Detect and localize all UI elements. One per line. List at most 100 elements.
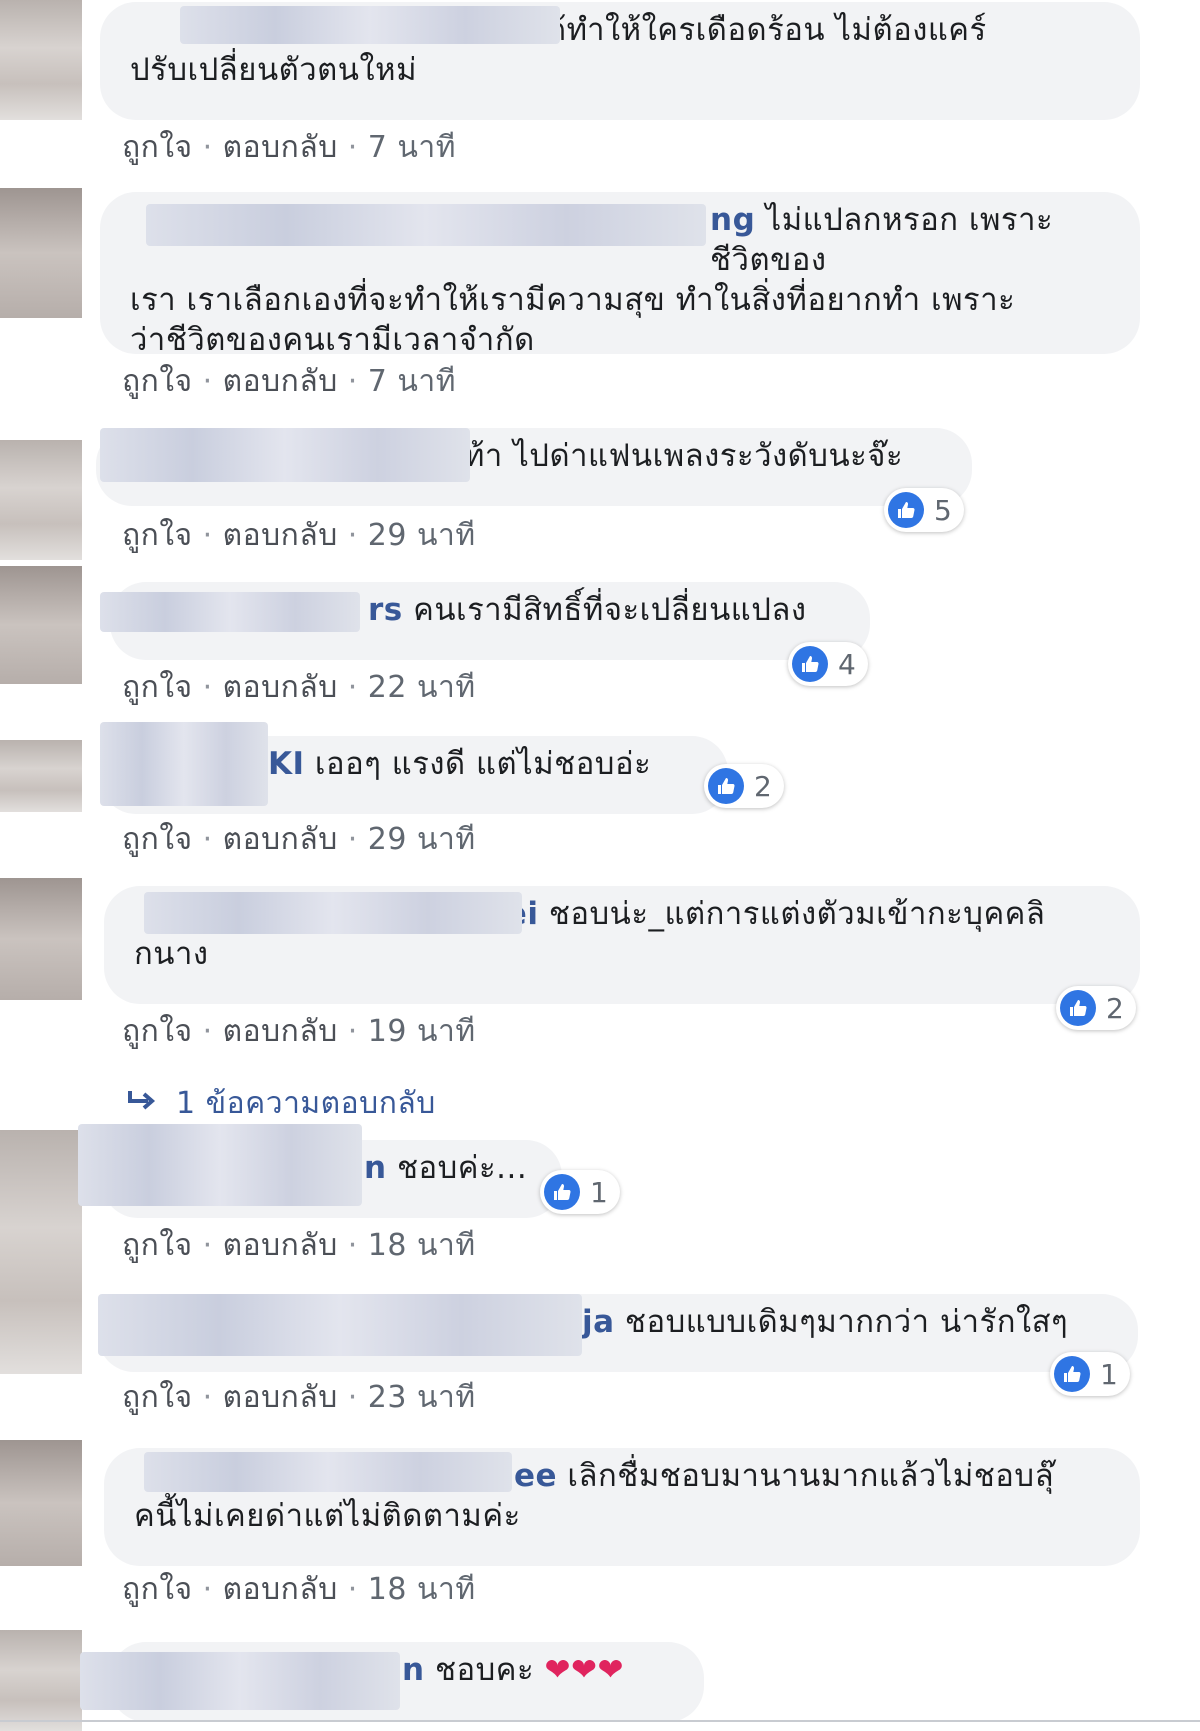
comment-bubble: n ชอบคะ ❤❤❤ [80,1642,704,1722]
comment-bubble: ng ไม่แปลกหรอก เพราะชีวิตของ เรา เราเลือ… [100,192,1140,358]
blurred-username [144,892,522,934]
timestamp[interactable]: 19 นาที [368,1014,476,1049]
comment-text-line: เรา เราเลือกเองที่จะทำให้เรามีความสุข ทำ… [130,282,1016,318]
comment-author[interactable]: ee [514,1458,557,1494]
comment-author[interactable]: n [364,1150,387,1186]
reaction-count[interactable]: 2 [704,764,784,808]
comment-actions: ถูกใจ · ตอบกลับ · 18 นาที [122,1228,476,1263]
comment-author[interactable]: ng [710,202,755,238]
comment-text-line: คนี้ไม่เคยด่าแต่ไม่ติดตามค่ะ [134,1498,521,1534]
like-link[interactable]: ถูกใจ [122,1228,193,1263]
blurred-username [144,1452,512,1492]
bottom-border [0,1720,1200,1722]
comment-actions: ถูกใจ · ตอบกลับ · 23 นาที [122,1380,476,1415]
comment-actions: ถูกใจ · ตอบกลับ · 7 นาที [122,130,457,165]
reaction-number: 1 [1100,1357,1118,1391]
avatar[interactable] [0,440,82,560]
reply-arrow-icon [126,1086,156,1121]
blurred-username [146,204,706,246]
avatar[interactable] [0,1630,82,1731]
reaction-number: 4 [838,647,856,681]
comment-bubble: ja ชอบแบบเดิมๆมากกว่า น่ารักใสๆ [98,1294,1138,1372]
comment-bubble: n ชอบค่ะ... [78,1124,562,1218]
comment-text: คนเรามีสิทธิ์ที่จะเปลี่ยนแปลง [413,592,807,628]
blurred-username [100,592,360,632]
replies-count-label[interactable]: 1 ข้อความตอบกลับ [176,1080,436,1127]
avatar[interactable] [0,740,82,812]
timestamp[interactable]: 29 นาที [368,518,476,553]
timestamp[interactable]: 18 นาที [368,1572,476,1607]
comment-text: ท้า ไปด่าแฟนเพลงระวังดับนะจ๊ะ [464,438,904,474]
avatar[interactable] [0,566,82,684]
comment-bubble: rs คนเรามีสิทธิ์ที่จะเปลี่ยนแปลง [100,582,870,660]
reaction-count[interactable]: 5 [884,488,964,532]
thumbs-up-icon [1054,1356,1090,1392]
reaction-count[interactable]: 4 [788,642,868,686]
comment-bubble: oei ชอบน่ะ_แต่การแต่งตัวมเข้ากะบุคคลิ กน… [104,886,1140,1004]
reply-link[interactable]: ตอบกลับ [223,1014,338,1049]
reply-link[interactable]: ตอบกลับ [223,1572,338,1607]
comment-actions: ถูกใจ · ตอบกลับ · 22 นาที [122,670,476,705]
comment-text: เลิกชื่มชอบมานานมากแล้วไม่ชอบลุ๊ [567,1458,1055,1494]
like-link[interactable]: ถูกใจ [122,1014,193,1049]
comment-text: เออๆ แรงดี แต่ไม่ชอบอ่ะ [314,746,652,782]
reaction-number: 2 [1106,991,1124,1025]
like-link[interactable]: ถูกใจ [122,1572,193,1607]
avatar[interactable] [0,1440,82,1566]
reply-link[interactable]: ตอบกลับ [223,518,338,553]
reaction-count[interactable]: 1 [540,1170,620,1214]
like-link[interactable]: ถูกใจ [122,518,193,553]
timestamp[interactable]: 18 นาที [368,1228,476,1263]
comment-bubble: ee เลิกชื่มชอบมานานมากแล้วไม่ชอบลุ๊ คนี้… [104,1448,1140,1566]
view-replies-link[interactable]: 1 ข้อความตอบกลับ [126,1080,436,1127]
comment-text: ไม่แปลกหรอก เพราะชีวิตของ [710,202,1054,278]
reply-link[interactable]: ตอบกลับ [223,1380,338,1415]
reply-link[interactable]: ตอบกลับ [223,670,338,705]
comment-author[interactable]: n [402,1652,425,1688]
comment-text: ชอบแบบเดิมๆมากกว่า น่ารักใสๆ [624,1304,1069,1340]
comment-author[interactable]: ja [582,1304,615,1340]
comment-text: ชอบน่ะ_แต่การแต่งตัวมเข้ากะบุคคลิ [548,896,1046,932]
blurred-username [180,6,560,44]
thumbs-up-icon [888,492,924,528]
comment-actions: ถูกใจ · ตอบกลับ · 29 นาที [122,822,476,857]
reply-link[interactable]: ตอบกลับ [223,364,338,399]
comment-text: ชอบคะ [434,1652,535,1688]
reply-link[interactable]: ตอบกลับ [223,130,338,165]
timestamp[interactable]: 23 นาที [368,1380,476,1415]
thumbs-up-icon [792,646,828,682]
like-link[interactable]: ถูกใจ [122,364,193,399]
avatar[interactable] [0,188,82,318]
comment-actions: ถูกใจ · ตอบกลับ · 18 นาที [122,1572,476,1607]
timestamp[interactable]: 29 นาที [368,822,476,857]
comment-thread: n ไม่ได้ทำให้ใครเดือดร้อน ไม่ต้องแคร์ ปร… [0,0,1200,1731]
timestamp[interactable]: 7 นาที [368,364,456,399]
avatar[interactable] [0,1130,82,1374]
thumbs-up-icon [1060,990,1096,1026]
blurred-username [100,722,268,806]
avatar[interactable] [0,878,82,1000]
like-link[interactable]: ถูกใจ [122,1380,193,1415]
reaction-number: 1 [590,1175,608,1209]
comment-actions: ถูกใจ · ตอบกลับ · 29 นาที [122,518,476,553]
reply-link[interactable]: ตอบกลับ [223,1228,338,1263]
like-link[interactable]: ถูกใจ [122,670,193,705]
avatar[interactable] [0,0,82,120]
reaction-number: 2 [754,769,772,803]
timestamp[interactable]: 7 นาที [368,130,456,165]
comment-actions: ถูกใจ · ตอบกลับ · 7 นาที [122,364,457,399]
like-link[interactable]: ถูกใจ [122,822,193,857]
like-link[interactable]: ถูกใจ [122,130,193,165]
reaction-count[interactable]: 1 [1050,1352,1130,1396]
thumbs-up-icon [708,768,744,804]
comment-author[interactable]: KI [268,746,305,782]
comment-text-line: ว่าชีวิตของคนเรามีเวลาจำกัด [130,322,535,358]
reaction-count[interactable]: 2 [1056,986,1136,1030]
thumbs-up-icon [544,1174,580,1210]
comment-text: ชอบค่ะ... [396,1150,528,1186]
comment-actions: ถูกใจ · ตอบกลับ · 19 นาที [122,1014,476,1049]
comment-bubble: KI เออๆ แรงดี แต่ไม่ชอบอ่ะ [100,722,728,814]
reply-link[interactable]: ตอบกลับ [223,822,338,857]
timestamp[interactable]: 22 นาที [368,670,476,705]
comment-author[interactable]: rs [368,592,403,628]
